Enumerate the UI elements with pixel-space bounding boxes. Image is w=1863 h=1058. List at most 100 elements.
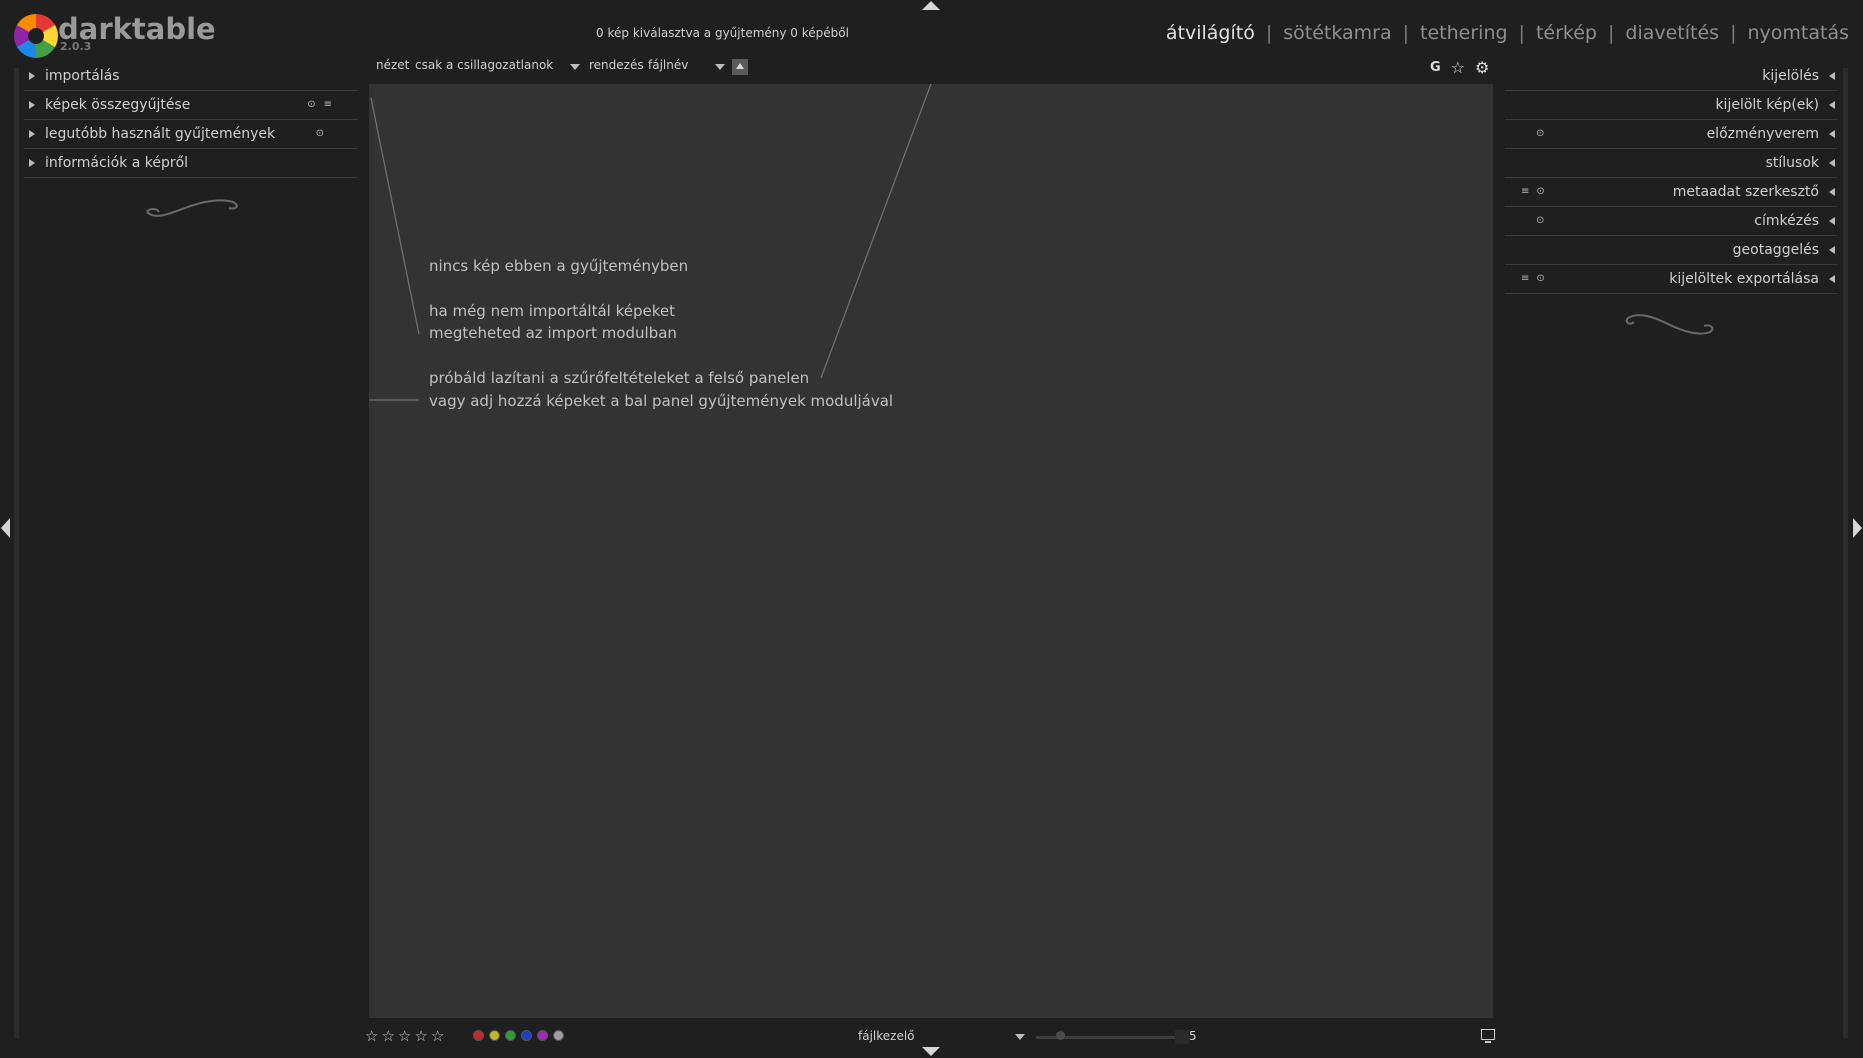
collapse-right-panel-icon[interactable] (1853, 518, 1862, 538)
color-label-red[interactable] (473, 1030, 484, 1041)
reset-icon[interactable]: ⊙ (1536, 273, 1544, 284)
star-rating-filter: ☆ ☆ ☆ ☆ ☆ (365, 1027, 444, 1045)
color-label-green[interactable] (505, 1030, 516, 1041)
module-select[interactable]: kijelölés (1505, 62, 1837, 91)
module-label: legutóbb használt gyűjtemények (45, 126, 276, 142)
module-label: kijelölés (1762, 68, 1819, 84)
flourish-ornament-icon (1625, 314, 1714, 335)
right-panel: kijelölés kijelölt kép(ek) ⊙ előzményver… (1505, 62, 1837, 294)
module-label: importálás (45, 68, 120, 84)
view-filter-dropdown[interactable]: csak a csillagozatlanok (415, 58, 553, 72)
app-version: 2.0.3 (60, 40, 92, 53)
dropdown-arrow-icon[interactable] (715, 64, 725, 70)
module-collect-images[interactable]: képek összegyűjtése ⊙ ≡ (24, 91, 358, 120)
view-map[interactable]: térkép (1536, 22, 1597, 44)
module-label: információk a képről (45, 155, 189, 171)
reset-icon[interactable]: ⊙ (1536, 186, 1544, 197)
star-2-icon[interactable]: ☆ (381, 1027, 394, 1045)
reset-icon[interactable]: ⊙ (307, 99, 315, 110)
view-separator: | (1402, 22, 1410, 44)
module-geotagging[interactable]: geotaggelés (1505, 236, 1837, 265)
hint-lines (369, 84, 932, 401)
presets-icon[interactable]: ≡ (1521, 186, 1529, 197)
module-tagging[interactable]: ⊙ címkézés (1505, 207, 1837, 236)
view-tethering[interactable]: tethering (1420, 22, 1508, 44)
zoom-value[interactable]: 5 (1189, 1029, 1197, 1043)
expand-triangle-icon (1829, 188, 1835, 196)
expand-triangle-icon (29, 130, 35, 138)
filter-hint-line1: próbáld lazítani a szűrőfeltételeket a f… (429, 369, 810, 387)
view-separator: | (1607, 22, 1615, 44)
reset-icon[interactable]: ⊙ (1536, 215, 1544, 226)
star-3-icon[interactable]: ☆ (398, 1027, 411, 1045)
star-4-icon[interactable]: ☆ (414, 1027, 427, 1045)
color-label-filter (473, 1030, 564, 1041)
module-selected-images[interactable]: kijelölt kép(ek) (1505, 91, 1837, 120)
dropdown-arrow-icon[interactable] (1015, 1034, 1025, 1040)
module-label: képek összegyűjtése (45, 97, 191, 113)
import-hint-line1: ha még nem importáltál képeket (429, 302, 675, 320)
view-print[interactable]: nyomtatás (1747, 22, 1849, 44)
module-styles[interactable]: stílusok (1505, 149, 1837, 178)
zoom-entry-box[interactable] (1175, 1030, 1189, 1044)
reset-icon[interactable]: ⊙ (1536, 128, 1544, 139)
flourish-ornament-icon (146, 199, 238, 217)
view-separator: | (1730, 22, 1737, 44)
module-recent-collections[interactable]: legutóbb használt gyűjtemények ⊙ (24, 120, 358, 149)
module-metadata-editor[interactable]: ≡ ⊙ metaadat szerkesztő (1505, 178, 1837, 207)
collapse-bottom-panel-icon[interactable] (922, 1047, 940, 1056)
color-label-purple[interactable] (537, 1030, 548, 1041)
module-import[interactable]: importálás (24, 62, 358, 91)
zoom-slider-handle[interactable] (1056, 1031, 1065, 1040)
sort-dropdown[interactable]: fájlnév (648, 58, 688, 72)
module-label: metaadat szerkesztő (1672, 184, 1819, 200)
module-export-selected[interactable]: ≡ ⊙ kijelöltek exportálása (1505, 265, 1837, 294)
color-label-clear[interactable] (553, 1030, 564, 1041)
layout-dropdown[interactable]: fájlkezelő (858, 1029, 915, 1043)
lighttable-center-view[interactable]: nincs kép ebben a gyűjteményben ha még n… (369, 84, 1493, 1018)
preferences-gear-icon[interactable]: ⚙ (1475, 58, 1489, 77)
empty-collection-message: nincs kép ebben a gyűjteményben (429, 257, 689, 275)
expand-triangle-icon (1829, 101, 1835, 109)
view-separator: | (1518, 22, 1525, 44)
module-label: kijelöltek exportálása (1669, 271, 1819, 287)
right-panel-rail (1843, 68, 1848, 1038)
expand-triangle-icon (1829, 246, 1835, 254)
expand-triangle-icon (29, 101, 35, 109)
expand-triangle-icon (29, 72, 35, 80)
dropdown-arrow-icon[interactable] (570, 64, 580, 70)
sort-order-toggle[interactable] (732, 59, 748, 75)
color-label-yellow[interactable] (489, 1030, 500, 1041)
view-slideshow[interactable]: diavetítés (1625, 22, 1719, 44)
expand-triangle-icon (1829, 159, 1835, 167)
expand-triangle-icon (29, 159, 35, 167)
collapse-top-panel-icon[interactable] (922, 1, 940, 10)
module-image-information[interactable]: információk a képről (24, 149, 358, 178)
star-overlay-icon[interactable]: ☆ (1451, 58, 1465, 77)
grouping-icon[interactable]: G (1430, 60, 1441, 75)
expand-triangle-icon (1829, 275, 1835, 283)
collapse-left-panel-icon[interactable] (1, 518, 10, 538)
module-history-stack[interactable]: ⊙ előzményverem (1505, 120, 1837, 149)
view-switcher: átvilágító | sötétkamra | tethering | té… (1166, 22, 1849, 44)
sort-label: rendezés (589, 58, 644, 72)
left-panel: importálás képek összegyűjtése ⊙ ≡ legut… (24, 62, 358, 178)
expand-triangle-icon (1829, 72, 1835, 80)
presets-icon[interactable]: ≡ (324, 99, 332, 110)
top-right-tools: G ☆ ⚙ (1430, 58, 1489, 77)
expand-triangle-icon (1829, 130, 1835, 138)
star-1-icon[interactable]: ☆ (365, 1027, 378, 1045)
selection-status: 0 kép kiválasztva a gyűjtemény 0 képéből (596, 26, 849, 40)
view-lighttable[interactable]: átvilágító (1166, 22, 1255, 44)
module-label: stílusok (1765, 155, 1819, 171)
color-label-blue[interactable] (521, 1030, 532, 1041)
import-hint-line2: megteheted az import modulban (429, 324, 677, 342)
view-darkroom[interactable]: sötétkamra (1283, 22, 1391, 44)
display-profile-icon[interactable] (1481, 1029, 1495, 1043)
presets-icon[interactable]: ≡ (1521, 273, 1529, 284)
view-separator: | (1265, 22, 1273, 44)
star-5-icon[interactable]: ☆ (431, 1027, 444, 1045)
darktable-logo-icon (14, 14, 58, 58)
module-label: kijelölt kép(ek) (1715, 97, 1819, 113)
reset-icon[interactable]: ⊙ (316, 128, 324, 139)
